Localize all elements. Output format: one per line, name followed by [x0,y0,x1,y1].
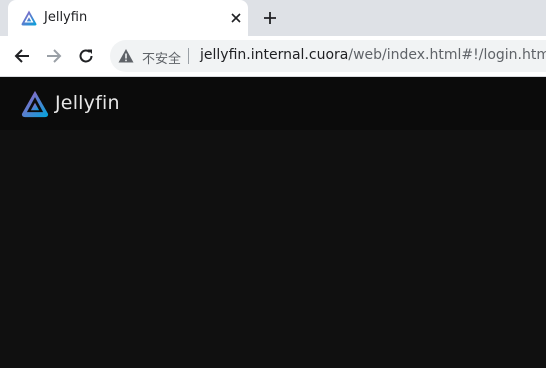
reload-icon[interactable] [74,44,98,68]
forward-arrow-icon[interactable] [42,44,66,68]
close-icon[interactable] [226,8,246,28]
omnibox-divider [188,48,189,64]
address-bar[interactable]: 不安全 jellyfin.internal.cuora/web/index.ht… [110,40,546,72]
warning-triangle-icon[interactable] [118,48,134,64]
security-status-label[interactable]: 不安全 [142,48,181,67]
browser-toolbar: 不安全 jellyfin.internal.cuora/web/index.ht… [0,36,546,77]
browser-tab[interactable]: Jellyfin [8,0,248,36]
url-host: jellyfin.internal.cuora [200,47,349,63]
app-main-area [0,130,546,368]
jellyfin-logo-icon [21,10,37,26]
browser-tab-strip: Jellyfin [0,0,546,36]
url-path: /web/index.html#!/login.html? [348,47,546,63]
app-header: Jellyfin [0,77,546,130]
plus-icon[interactable] [260,8,280,28]
back-arrow-icon[interactable] [10,44,34,68]
tab-title: Jellyfin [44,10,88,25]
jellyfin-logo-icon[interactable] [20,89,50,119]
url-text[interactable]: jellyfin.internal.cuora/web/index.html#!… [200,47,546,63]
app-name[interactable]: Jellyfin [55,92,120,114]
